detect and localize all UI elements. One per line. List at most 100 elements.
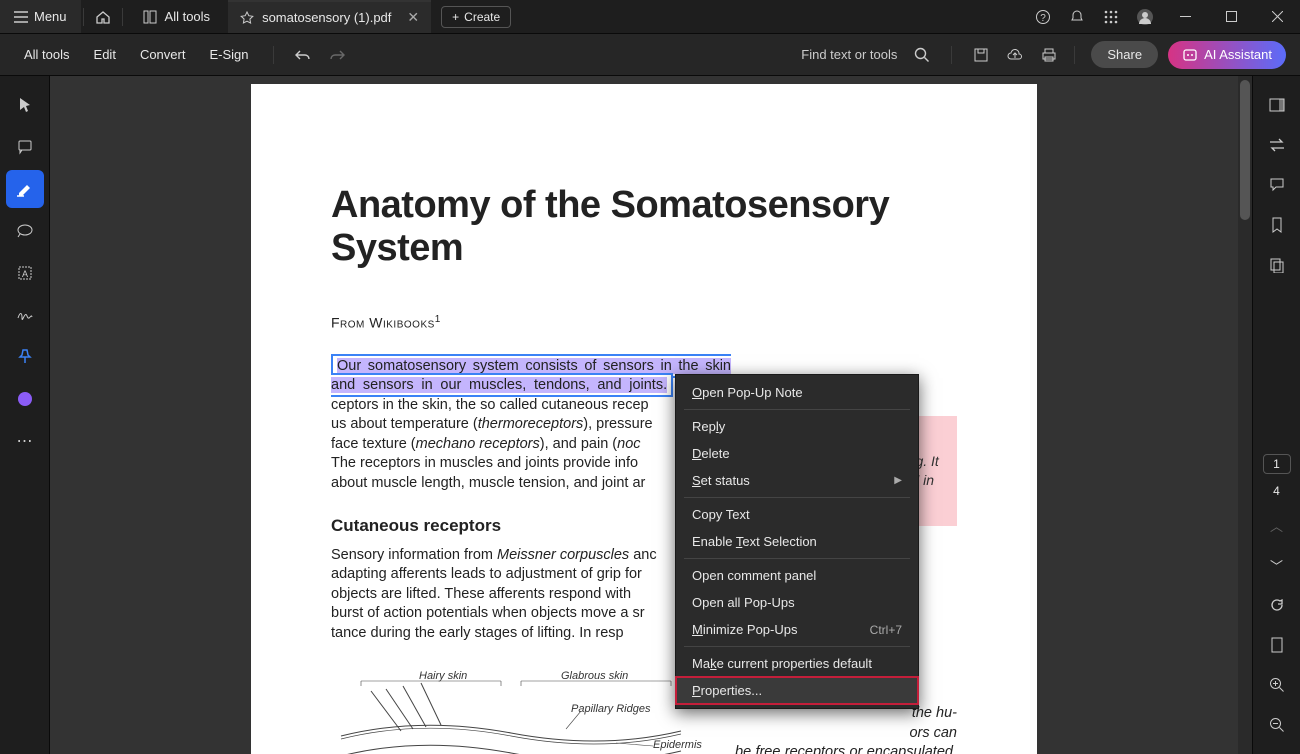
more-tools[interactable]: ⋯: [6, 422, 44, 460]
save-button[interactable]: [966, 40, 996, 70]
ai-label: AI Assistant: [1204, 47, 1272, 62]
rotate-button[interactable]: [1260, 588, 1294, 622]
share-button[interactable]: Share: [1091, 41, 1158, 68]
svg-text:?: ?: [1040, 13, 1046, 24]
text-tool[interactable]: A: [6, 254, 44, 292]
cm-open-all[interactable]: Open all Pop-Ups: [676, 589, 918, 616]
cm-open-popup[interactable]: Open Pop-Up Note: [676, 379, 918, 406]
print-icon: [1041, 47, 1057, 63]
cm-minimize[interactable]: Minimize Pop-UpsCtrl+7: [676, 616, 918, 643]
doctab-label: somatosensory (1).pdf: [262, 10, 391, 25]
alltools-tab[interactable]: All tools: [125, 0, 229, 33]
scrollbar[interactable]: [1238, 76, 1252, 754]
panel-icon: [1269, 97, 1285, 113]
rotate-icon: [1269, 597, 1285, 613]
document-viewport[interactable]: Anatomy of the Somatosensory System From…: [50, 76, 1238, 754]
cm-delete[interactable]: Delete: [676, 440, 918, 467]
signature-icon: [16, 308, 34, 322]
color-tool[interactable]: [6, 380, 44, 418]
plus-icon: +: [452, 10, 459, 24]
help-icon: ?: [1035, 9, 1051, 25]
comments-panel[interactable]: [1260, 168, 1294, 202]
user-icon: [1136, 8, 1154, 26]
account-button[interactable]: [1128, 0, 1162, 33]
cloud-button[interactable]: [1000, 40, 1030, 70]
hamburger-icon: [14, 11, 28, 23]
pin-tool[interactable]: [6, 338, 44, 376]
ai-icon: [1182, 47, 1198, 63]
redo-icon: [329, 48, 345, 62]
paragraph-2: Sensory information from Meissner corpus…: [331, 546, 701, 644]
document-tab[interactable]: somatosensory (1).pdf ✕: [228, 0, 431, 33]
select-tool[interactable]: [6, 86, 44, 124]
undo-button[interactable]: [288, 40, 318, 70]
cm-reply[interactable]: Reply: [676, 413, 918, 440]
left-toolbar: A ⋯: [0, 76, 50, 754]
page-view[interactable]: [1260, 628, 1294, 662]
right-column-text: the hu- ors can be free receptors or enc…: [735, 704, 957, 754]
bell-icon: [1069, 9, 1085, 25]
search-button[interactable]: [907, 40, 937, 70]
copy-button[interactable]: [1260, 248, 1294, 282]
ai-assistant-button[interactable]: AI Assistant: [1168, 41, 1286, 69]
page-down[interactable]: ﹀: [1260, 548, 1294, 582]
apps-button[interactable]: [1094, 0, 1128, 33]
redo-button[interactable]: [322, 40, 352, 70]
maximize-icon: [1226, 11, 1237, 22]
edit-button[interactable]: Edit: [84, 41, 126, 68]
panel-toggle[interactable]: [1260, 88, 1294, 122]
doc-title: Anatomy of the Somatosensory System: [331, 184, 957, 270]
svg-text:A: A: [21, 269, 27, 279]
sign-tool[interactable]: [6, 296, 44, 334]
undo-icon: [295, 48, 311, 62]
cm-enable-text[interactable]: Enable Text Selection: [676, 528, 918, 555]
current-page[interactable]: 1: [1263, 454, 1291, 474]
find-label: Find text or tools: [801, 47, 897, 62]
panels-icon: [143, 10, 157, 24]
highlight-tool[interactable]: [6, 170, 44, 208]
alltools-label: All tools: [165, 9, 211, 24]
close-window-button[interactable]: [1254, 0, 1300, 33]
cm-set-status[interactable]: Set status▶: [676, 467, 918, 494]
zoom-in[interactable]: [1260, 668, 1294, 702]
esign-button[interactable]: E-Sign: [199, 41, 258, 68]
cm-properties[interactable]: Properties...: [676, 677, 918, 704]
bookmark-button[interactable]: [1260, 208, 1294, 242]
cm-copy-text[interactable]: Copy Text: [676, 501, 918, 528]
page-icon: [1270, 637, 1284, 653]
zoom-out-icon: [1269, 717, 1285, 733]
close-tab-icon[interactable]: ✕: [407, 9, 419, 26]
doc-source: From Wikibooks1: [331, 314, 957, 331]
scroll-thumb[interactable]: [1240, 80, 1250, 220]
menu-label: Menu: [34, 9, 67, 24]
context-menu: Open Pop-Up Note Reply Delete Set status…: [675, 374, 919, 709]
page-up[interactable]: ︿: [1260, 508, 1294, 542]
draw-tool[interactable]: [6, 212, 44, 250]
star-icon: [240, 11, 254, 25]
bookmark-icon: [1270, 217, 1284, 233]
chevron-right-icon: ▶: [894, 475, 902, 486]
zoom-out[interactable]: [1260, 708, 1294, 742]
cursor-icon: [18, 97, 32, 113]
menu-button[interactable]: Menu: [0, 0, 81, 33]
skin-diagram: Hairy skin Glabrous skin Papillary Ridge…: [331, 661, 691, 754]
home-button[interactable]: [86, 0, 120, 33]
print-button[interactable]: [1034, 40, 1064, 70]
highlight-annotation[interactable]: Our somatosensory system consists of sen…: [331, 354, 731, 398]
right-toolbar: 1 4 ︿ ﹀: [1252, 76, 1300, 754]
alltools-button[interactable]: All tools: [14, 41, 80, 68]
search-icon: [914, 47, 930, 63]
maximize-button[interactable]: [1208, 0, 1254, 33]
copy-icon: [1269, 257, 1285, 273]
total-pages: 4: [1273, 484, 1280, 498]
cm-open-panel[interactable]: Open comment panel: [676, 562, 918, 589]
convert-button[interactable]: Convert: [130, 41, 196, 68]
navigate-button[interactable]: [1260, 128, 1294, 162]
help-button[interactable]: ?: [1026, 0, 1060, 33]
minimize-button[interactable]: [1162, 0, 1208, 33]
comment-tool[interactable]: [6, 128, 44, 166]
cm-make-default[interactable]: Make current properties default: [676, 650, 918, 677]
swap-icon: [1268, 138, 1286, 152]
create-button[interactable]: + Create: [441, 6, 511, 28]
notifications-button[interactable]: [1060, 0, 1094, 33]
